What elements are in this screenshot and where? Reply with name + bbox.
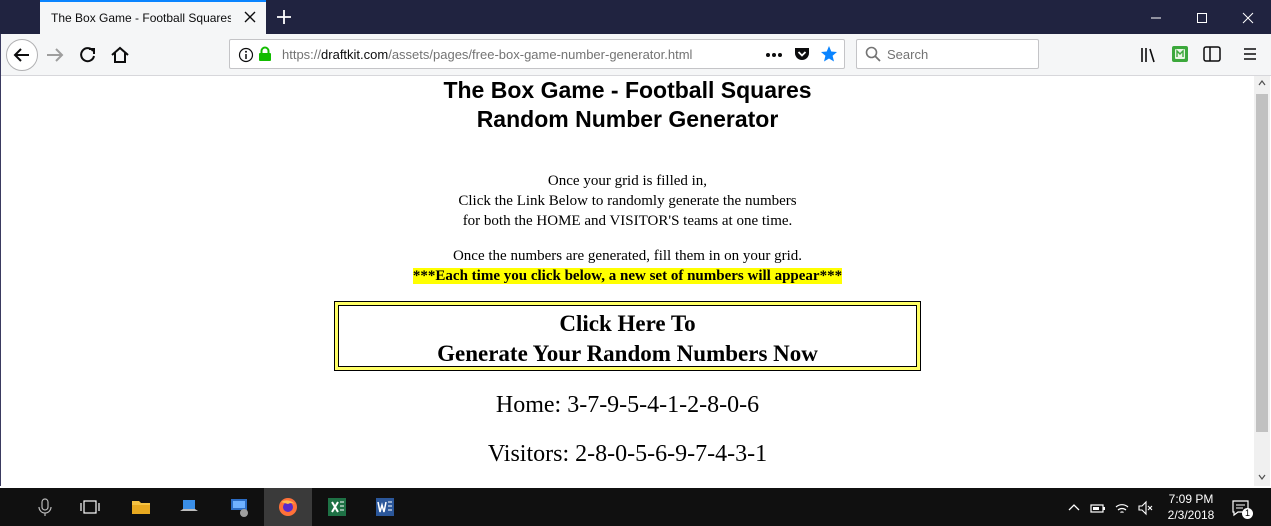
url-domain: draftkit.com <box>321 47 389 62</box>
system-clock[interactable]: 7:09 PM 2/3/2018 <box>1162 491 1220 523</box>
chevron-up-icon[interactable] <box>1066 500 1082 516</box>
task-view-icon <box>80 500 100 514</box>
battery-icon[interactable] <box>1090 500 1106 516</box>
volume-muted-icon[interactable] <box>1137 500 1153 516</box>
instruction-line-3: for both the HOME and VISITOR'S teams at… <box>462 213 793 229</box>
title-line-1: The Box Game - Football Squares <box>443 77 812 103</box>
home-numbers: Home: 3-7-9-5-4-1-2-8-0-6 <box>495 392 760 418</box>
firefox-icon <box>279 498 297 516</box>
back-button[interactable] <box>6 39 38 71</box>
page-title: The Box Game - Football Squares Random N… <box>1 76 1254 134</box>
network-app-button[interactable] <box>215 488 263 526</box>
url-text: https://draftkit.com/assets/pages/free-b… <box>282 47 692 62</box>
menu-icon[interactable] <box>1243 47 1257 61</box>
url-path: /assets/pages/free-box-game-number-gener… <box>388 47 693 62</box>
bookmark-star-icon[interactable] <box>820 45 838 63</box>
generate-line-2: Generate Your Random Numbers Now <box>437 341 818 366</box>
navigation-bar: https://draftkit.com/assets/pages/free-b… <box>0 34 1271 76</box>
home-button[interactable] <box>105 40 135 70</box>
task-view-button[interactable] <box>66 488 114 526</box>
new-tab-icon[interactable] <box>274 7 294 27</box>
tab-title: The Box Game - Football Squares - <box>51 11 231 25</box>
url-bar[interactable]: https://draftkit.com/assets/pages/free-b… <box>229 39 845 69</box>
action-center-button[interactable]: 1 <box>1230 497 1253 519</box>
scroll-up-icon[interactable] <box>1258 80 1266 86</box>
url-prefix: https:// <box>282 47 322 62</box>
excel-icon <box>328 498 346 516</box>
reload-icon <box>80 47 95 63</box>
back-arrow-icon <box>13 48 29 62</box>
browser-tab[interactable]: The Box Game - Football Squares - <box>40 0 266 34</box>
word-icon <box>376 498 394 516</box>
search-bar[interactable]: Search <box>856 39 1039 69</box>
close-tab-icon[interactable] <box>242 9 258 25</box>
visitor-numbers: Visitors: 2-8-0-5-6-9-7-4-3-1 <box>487 441 768 467</box>
generate-box-inner: Click Here To Generate Your Random Numbe… <box>338 305 917 367</box>
page-actions-icon[interactable] <box>765 52 783 58</box>
secure-lock-icon[interactable] <box>258 46 272 62</box>
windows-taskbar: 7:09 PM 2/3/2018 1 <box>0 488 1271 526</box>
library-icon[interactable] <box>1140 46 1158 64</box>
excel-button[interactable] <box>313 488 361 526</box>
folder-icon <box>132 501 150 514</box>
instruction-line-4: Once the numbers are generated, fill the… <box>452 248 803 264</box>
info-icon[interactable] <box>238 47 254 63</box>
firefox-taskbar-button[interactable] <box>264 488 312 526</box>
search-placeholder: Search <box>887 47 929 62</box>
word-button[interactable] <box>361 488 409 526</box>
vertical-scrollbar[interactable] <box>1254 76 1270 486</box>
minimize-icon <box>1151 17 1161 19</box>
laptop-icon <box>180 500 198 511</box>
search-icon <box>865 46 881 62</box>
minimize-button[interactable] <box>1133 0 1179 34</box>
tab-strip: The Box Game - Football Squares - <box>0 0 1271 34</box>
close-window-button[interactable] <box>1225 0 1271 34</box>
forward-button[interactable] <box>41 40 71 70</box>
generate-line-1: Click Here To <box>559 311 696 336</box>
extension-icon[interactable] <box>1171 45 1189 63</box>
highlighted-notice: ***Each time you click below, a new set … <box>412 268 843 284</box>
clock-time: 7:09 PM <box>1168 492 1214 506</box>
maximize-button[interactable] <box>1179 0 1225 34</box>
notification-count: 1 <box>1242 508 1253 519</box>
clock-date: 2/3/2018 <box>1167 508 1215 522</box>
sidebar-icon[interactable] <box>1203 46 1221 62</box>
instruction-line-2: Click the Link Below to randomly generat… <box>458 193 797 209</box>
close-icon <box>1242 12 1254 24</box>
page-content: The Box Game - Football Squares Random N… <box>1 76 1254 486</box>
computer-network-icon <box>231 499 248 517</box>
file-explorer-button[interactable] <box>117 488 165 526</box>
pocket-icon[interactable] <box>793 46 811 62</box>
generate-numbers-link[interactable]: Click Here To Generate Your Random Numbe… <box>339 306 916 369</box>
home-icon <box>111 46 129 63</box>
fill-instructions: Once the numbers are generated, fill the… <box>1 246 1254 286</box>
instruction-line-1: Once your grid is filled in, <box>547 173 708 189</box>
microphone-icon <box>38 498 52 516</box>
maximize-icon <box>1197 13 1207 23</box>
instructions: Once your grid is filled in, Click the L… <box>1 171 1254 231</box>
window-border <box>0 34 1 486</box>
title-line-2: Random Number Generator <box>476 106 779 132</box>
reload-button[interactable] <box>73 40 103 70</box>
generate-box: Click Here To Generate Your Random Numbe… <box>334 301 921 371</box>
cortana-mic-button[interactable] <box>21 488 69 526</box>
laptop-app-button[interactable] <box>165 488 213 526</box>
forward-arrow-icon <box>47 48 64 62</box>
wifi-icon[interactable] <box>1114 500 1130 516</box>
scroll-down-icon[interactable] <box>1258 474 1266 480</box>
scrollbar-thumb[interactable] <box>1256 94 1268 432</box>
